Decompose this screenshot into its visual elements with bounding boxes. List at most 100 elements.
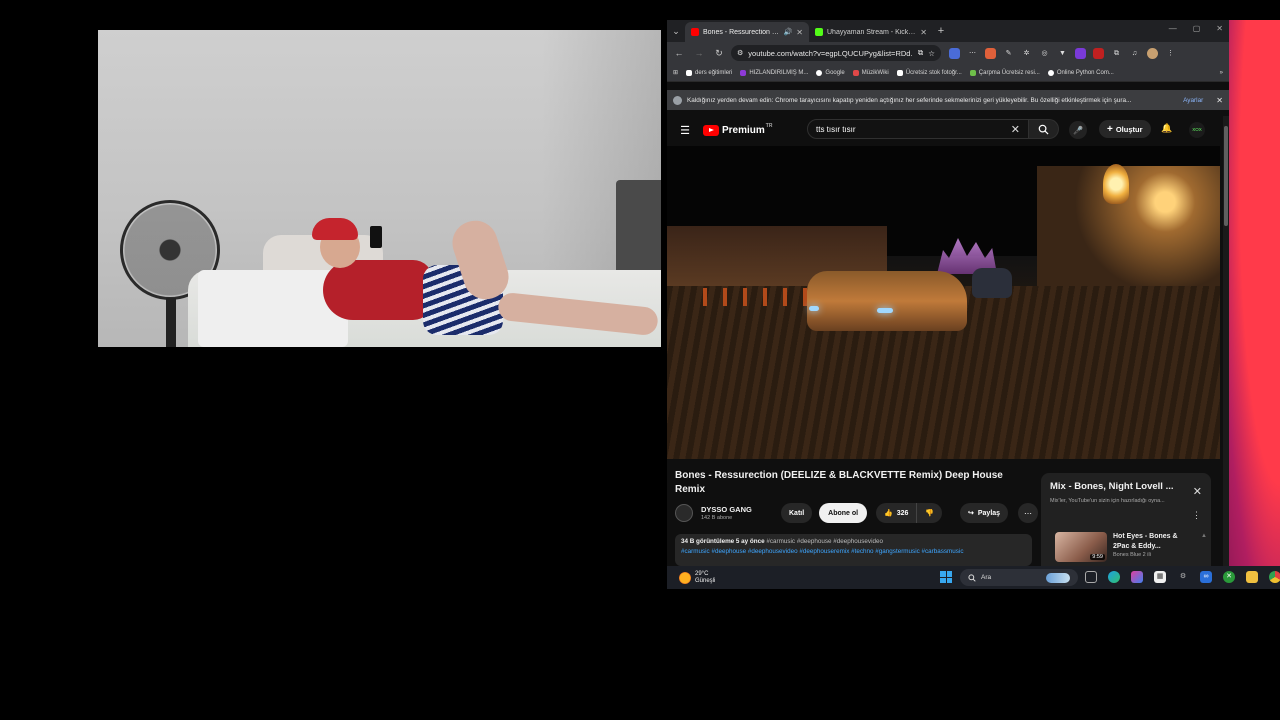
bookmark-item[interactable]: Online Python Com... <box>1047 69 1114 76</box>
bookmark-label: Google <box>825 69 845 76</box>
back-icon[interactable]: ← <box>671 48 687 58</box>
file-explorer-icon[interactable] <box>1246 571 1258 583</box>
search-button[interactable] <box>1029 119 1059 139</box>
close-tab-icon[interactable]: ✕ <box>920 28 927 37</box>
video-dome <box>1103 164 1129 204</box>
forward-icon[interactable]: → <box>691 48 707 58</box>
address-bar[interactable]: ⚙ youtube.com/watch?v=egpLQUCUPyg&list=R… <box>731 45 941 61</box>
tab-kick[interactable]: Uhayyaman Stream - Kick Dash ✕ <box>809 22 933 42</box>
account-avatar[interactable]: XOX <box>1189 122 1205 138</box>
copilot-icon[interactable] <box>1131 571 1143 583</box>
bookmark-label: Çarpma Ücretsiz resi... <box>978 69 1040 76</box>
weather-widget[interactable]: 29°C Güneşli <box>679 571 715 585</box>
tab-search-icon[interactable]: ⌄ <box>667 20 685 42</box>
bookmark-label: MüzikWiki <box>861 69 889 76</box>
youtube-logo[interactable]: Premium TR <box>703 123 772 136</box>
join-button[interactable]: Katıl <box>781 503 813 523</box>
description-tags[interactable]: #carmusic #deephouse #deephousevideo #de… <box>681 548 1026 555</box>
clear-search-icon[interactable]: ✕ <box>1011 123 1020 136</box>
xbox-icon[interactable]: ✕ <box>1223 571 1235 583</box>
bookmark-label: Online Python Com... <box>1056 69 1114 76</box>
menu-kebab-icon[interactable]: ⋮ <box>1165 48 1176 59</box>
extension-icon[interactable]: ✲ <box>1021 48 1032 59</box>
bookmark-item[interactable]: Google <box>816 69 845 76</box>
settings-icon[interactable]: ⚙ <box>1177 571 1189 583</box>
notifications-bell-icon[interactable]: 🔔 <box>1161 123 1172 134</box>
dislike-button[interactable]: 👎 <box>917 503 942 523</box>
close-tab-icon[interactable]: ✕ <box>796 28 803 37</box>
visual-studio-icon[interactable]: ∞ <box>1200 571 1212 583</box>
playlist-menu-icon[interactable]: ⋮ <box>1192 510 1201 521</box>
playlist-item-title: Hot Eyes - Bones & 2Pac & Eddy... <box>1113 533 1178 550</box>
bookmark-item[interactable]: Çarpma Ücretsiz resi... <box>969 69 1040 76</box>
subscribe-button[interactable]: Abone ol <box>819 503 868 523</box>
bookmark-label: Ücretsiz stok fotoğr... <box>905 69 962 76</box>
phone <box>370 226 382 248</box>
channel-avatar[interactable] <box>675 504 693 522</box>
reload-icon[interactable]: ↻ <box>711 48 727 59</box>
bookmark-item[interactable]: HIZLANDIRILMIŞ M... <box>740 69 808 76</box>
bookmark-item[interactable]: MüzikWiki <box>852 69 889 76</box>
bookmark-favicon-icon <box>969 69 976 76</box>
bookmark-item[interactable]: Ücretsiz stok fotoğr... <box>896 69 962 76</box>
profile-icon[interactable] <box>1147 47 1158 59</box>
create-button[interactable]: + Oluştur <box>1099 120 1151 138</box>
playlist-item[interactable]: 9:59 Hot Eyes - Bones & 2Pac & Eddy... B… <box>1055 532 1205 566</box>
new-tab-button[interactable]: + <box>933 25 949 37</box>
install-icon[interactable]: ⧉ <box>918 48 923 58</box>
minimize-icon[interactable]: — <box>1169 24 1177 33</box>
scrollbar-thumb[interactable] <box>1224 126 1228 226</box>
menu-icon[interactable]: ☰ <box>677 124 693 137</box>
task-view-icon[interactable] <box>1085 571 1097 583</box>
bookmark-item[interactable]: ders eğitimleri <box>686 69 732 76</box>
duration-badge: 9:59 <box>1090 554 1105 560</box>
page-scrollbar[interactable] <box>1223 116 1229 566</box>
close-playlist-icon[interactable]: ✕ <box>1193 485 1202 498</box>
maximize-icon[interactable]: ▢ <box>1193 24 1201 33</box>
close-infobar-icon[interactable]: ✕ <box>1216 96 1223 105</box>
chrome-icon[interactable] <box>1269 571 1280 583</box>
taskbar-search[interactable]: Ara <box>960 569 1078 586</box>
store-icon[interactable]: ▦ <box>1154 571 1166 583</box>
extension-icon[interactable] <box>1093 47 1104 59</box>
video-meta: Bones - Ressurection (DEELIZE & BLACKVET… <box>675 469 1038 523</box>
voice-search-button[interactable]: 🎤 <box>1069 121 1087 139</box>
temperature: 29°C <box>695 570 709 577</box>
like-button[interactable]: 👍 326 <box>876 503 918 523</box>
bookmarks-bar: ⊞ ders eğitimleri HIZLANDIRILMIŞ M... Go… <box>667 64 1229 82</box>
audio-icon[interactable]: 🔊 <box>784 28 793 36</box>
share-button[interactable]: ↪ Paylaş <box>960 503 1009 523</box>
tab-youtube[interactable]: Bones - Ressurection (DEELIZE 🔊 ✕ <box>685 22 809 42</box>
bookmark-star-icon[interactable]: ☆ <box>928 49 935 58</box>
description-box[interactable]: 34 B görüntüleme 5 ay önce #carmusic #de… <box>675 534 1032 566</box>
start-button[interactable] <box>940 571 952 583</box>
apps-grid-icon[interactable]: ⊞ <box>673 69 678 76</box>
search-input[interactable]: tts tısır tısır ✕ <box>807 119 1029 139</box>
search-placeholder: Ara <box>981 574 992 581</box>
mix-subtitle: Mix'ler, YouTube'un sizin için hazırladı… <box>1050 498 1165 504</box>
media-icon[interactable]: ♫ <box>1129 48 1140 59</box>
video-player[interactable] <box>667 146 1220 459</box>
channel-name[interactable]: DYSSO GANG <box>701 505 771 514</box>
youtube-favicon-icon <box>691 28 699 36</box>
more-bookmarks-icon[interactable]: » <box>1220 70 1223 76</box>
views-line: 34 B görüntüleme 5 ay önce <box>681 538 765 545</box>
site-info-icon[interactable]: ⚙ <box>737 49 743 57</box>
video-headlight <box>877 308 893 313</box>
pen-icon[interactable]: ✎ <box>1003 48 1014 59</box>
extension-icon[interactable]: ▼ <box>1057 48 1068 59</box>
extension-icon[interactable] <box>949 47 960 59</box>
extension-icon[interactable]: ⋯ <box>967 48 978 59</box>
extension-icon[interactable]: ◎ <box>1039 48 1050 59</box>
infobar-message: Kaldığınız yerden devam edin: Chrome tar… <box>687 96 1132 104</box>
close-window-icon[interactable]: ✕ <box>1216 24 1223 33</box>
extension-icon[interactable] <box>1075 47 1086 59</box>
playlist-scroll-up-icon[interactable]: ▲ <box>1201 533 1207 539</box>
more-actions-button[interactable]: ⋯ <box>1018 503 1038 523</box>
puzzle-icon[interactable]: ⧉ <box>1111 48 1122 59</box>
infobar-settings-link[interactable]: Ayarlar <box>1183 97 1203 104</box>
extension-icon[interactable] <box>985 47 996 59</box>
edge-icon[interactable] <box>1108 571 1120 583</box>
screen: ⌄ Bones - Ressurection (DEELIZE 🔊 ✕ Uhay… <box>0 0 1280 720</box>
mix-title[interactable]: Mix - Bones, Night Lovell ... <box>1050 481 1190 492</box>
